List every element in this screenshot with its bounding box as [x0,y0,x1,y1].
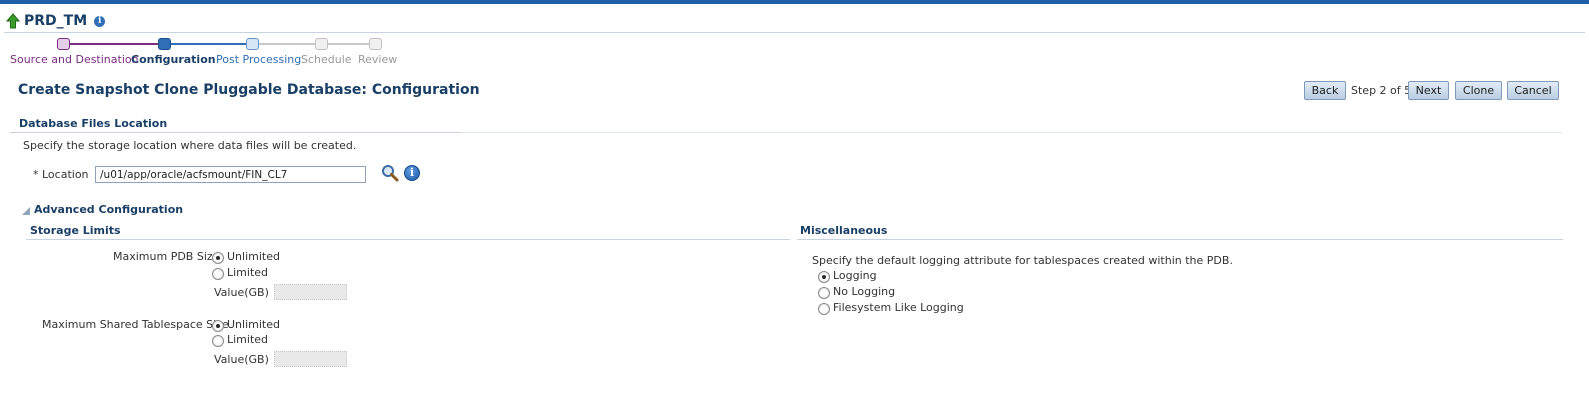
page-title: Create Snapshot Clone Pluggable Database… [18,82,480,98]
step-indicator: Step 2 of 5 [1351,84,1412,97]
logging-label[interactable]: Logging [833,269,877,282]
location-input[interactable] [95,166,366,183]
max-pdb-size-label: Maximum PDB Size [113,250,220,263]
train-label-schedule: Schedule [301,53,352,66]
miscellaneous-heading: Miscellaneous [800,224,888,237]
target-name-link[interactable]: PRD_TM [24,13,87,29]
max-shared-tablespace-label: Maximum Shared Tablespace Size [42,318,229,331]
max-pdb-unlimited-label[interactable]: Unlimited [227,250,280,263]
collapse-triangle-icon[interactable] [22,207,30,215]
train-connector [69,43,159,45]
train-stop-configuration [158,38,171,50]
max-shared-unlimited-radio[interactable] [212,320,224,332]
train-label-source[interactable]: Source and Destination [10,53,139,66]
cancel-button[interactable]: Cancel [1507,81,1559,100]
train-stop-schedule [315,38,328,50]
train-stop-source[interactable] [57,38,70,50]
top-brand-bar [0,0,1589,4]
db-files-instruction: Specify the storage location where data … [23,139,357,152]
target-header: PRD_TM i [6,11,106,31]
max-shared-limited-label[interactable]: Limited [227,333,268,346]
miscellaneous-rule [797,239,1563,240]
storage-limits-heading: Storage Limits [30,224,121,237]
max-shared-limited-radio[interactable] [212,335,224,347]
max-pdb-value-label: Value(GB) [214,286,269,299]
train-stop-review [369,38,382,50]
back-button[interactable]: Back [1304,81,1346,100]
up-arrow-icon[interactable] [6,13,20,29]
db-files-heading: Database Files Location [19,117,168,130]
db-files-rule [10,132,462,133]
search-icon[interactable] [381,164,399,182]
advanced-config-toggle[interactable]: Advanced Configuration [34,203,183,216]
train-connector [328,43,370,45]
train-connector [259,43,316,45]
train-label-post-processing[interactable]: Post Processing [216,53,301,66]
train-label-configuration: Configuration [131,53,216,66]
no-logging-label[interactable]: No Logging [833,285,895,298]
max-shared-unlimited-label[interactable]: Unlimited [227,318,280,331]
train-label-review: Review [358,53,398,66]
logging-instruction: Specify the default logging attribute fo… [812,254,1233,267]
filesystem-like-logging-radio[interactable] [818,303,830,315]
info-icon[interactable]: i [404,165,420,181]
train-stop-post-processing[interactable] [246,38,259,50]
header-divider [4,32,1585,33]
no-logging-radio[interactable] [818,287,830,299]
logging-radio[interactable] [818,271,830,283]
max-pdb-limited-radio[interactable] [212,268,224,280]
storage-limits-rule [26,239,790,240]
max-pdb-unlimited-radio[interactable] [212,252,224,264]
db-files-rule-extension [462,132,1562,133]
next-button[interactable]: Next [1408,81,1449,100]
target-info-icon[interactable]: i [94,15,106,27]
clone-button[interactable]: Clone [1455,81,1502,100]
max-shared-value-input [274,351,347,367]
max-pdb-value-input [274,284,347,300]
train-connector [171,43,247,45]
location-label: * Location [33,168,89,181]
max-shared-value-label: Value(GB) [214,353,269,366]
max-pdb-limited-label[interactable]: Limited [227,266,268,279]
filesystem-like-logging-label[interactable]: Filesystem Like Logging [833,301,964,314]
